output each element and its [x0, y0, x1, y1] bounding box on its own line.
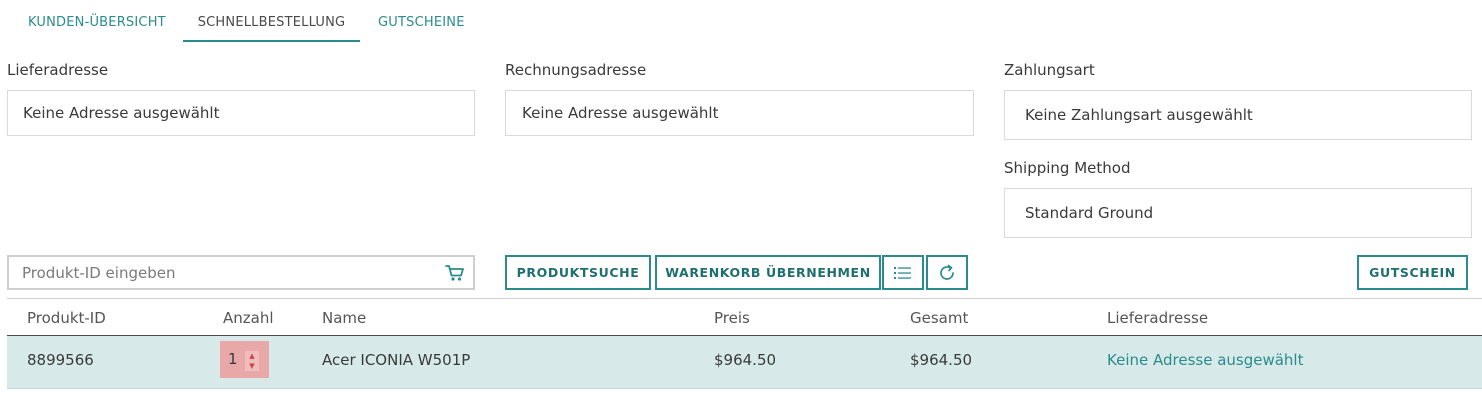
cell-name: Acer ICONIA W501P	[322, 351, 471, 369]
cell-price: $964.50	[714, 351, 777, 369]
column-header-price[interactable]: Preis	[714, 299, 750, 337]
billing-address-label: Rechnungsadresse	[505, 61, 647, 79]
stepper-arrows: ▲ ▼	[245, 351, 259, 371]
cell-total: $964.50	[910, 351, 973, 369]
refresh-icon	[938, 264, 956, 282]
refresh-button[interactable]	[926, 255, 968, 290]
table-header: Produkt-ID Anzahl Name Preis Gesamt Lief…	[7, 298, 1482, 336]
shipping-method-label: Shipping Method	[1004, 159, 1131, 177]
tab-bar: KUNDEN-ÜBERSICHT SCHNELLBESTELLUNG GUTSC…	[0, 0, 1482, 42]
tab-quick-order[interactable]: SCHNELLBESTELLUNG	[183, 0, 360, 42]
tab-vouchers[interactable]: GUTSCHEINE	[378, 0, 465, 42]
quantity-stepper[interactable]: 1 ▲ ▼	[220, 341, 269, 378]
column-header-total[interactable]: Gesamt	[910, 299, 968, 337]
payment-method-value: Keine Zahlungsart ausgewählt	[1025, 106, 1253, 124]
cell-delivery-address-link[interactable]: Keine Adresse ausgewählt	[1107, 336, 1303, 384]
cell-product-id: 8899566	[27, 351, 94, 369]
table-row[interactable]: 8899566 1 ▲ ▼ Acer ICONIA W501P $964.50 …	[7, 336, 1482, 389]
product-id-input[interactable]	[22, 263, 422, 282]
column-header-quantity[interactable]: Anzahl	[223, 299, 274, 337]
list-button[interactable]	[882, 255, 924, 290]
shipping-method-field[interactable]: Standard Ground	[1004, 188, 1472, 238]
column-header-product-id[interactable]: Produkt-ID	[27, 299, 106, 337]
chevron-up-icon[interactable]: ▲	[245, 351, 259, 361]
list-icon	[894, 266, 912, 280]
column-header-delivery-address[interactable]: Lieferadresse	[1107, 299, 1208, 337]
tab-customer-overview[interactable]: KUNDEN-ÜBERSICHT	[28, 0, 166, 42]
product-id-input-wrapper	[7, 255, 475, 290]
billing-address-value: Keine Adresse ausgewählt	[522, 104, 719, 122]
voucher-button[interactable]: GUTSCHEIN	[1357, 255, 1468, 290]
payment-method-label: Zahlungsart	[1004, 61, 1095, 79]
delivery-address-value: Keine Adresse ausgewählt	[23, 104, 220, 122]
column-header-name[interactable]: Name	[322, 299, 366, 337]
cart-icon[interactable]	[445, 264, 465, 282]
billing-address-field[interactable]: Keine Adresse ausgewählt	[505, 90, 974, 136]
delivery-address-label: Lieferadresse	[7, 61, 109, 79]
apply-cart-button[interactable]: WARENKORB ÜBERNEHMEN	[655, 255, 881, 290]
product-search-button[interactable]: PRODUKTSUCHE	[505, 255, 651, 290]
delivery-address-field[interactable]: Keine Adresse ausgewählt	[7, 90, 475, 136]
shipping-method-value: Standard Ground	[1025, 204, 1154, 222]
payment-method-field[interactable]: Keine Zahlungsart ausgewählt	[1004, 90, 1472, 140]
quantity-value[interactable]: 1	[228, 341, 238, 378]
chevron-down-icon[interactable]: ▼	[245, 361, 259, 371]
